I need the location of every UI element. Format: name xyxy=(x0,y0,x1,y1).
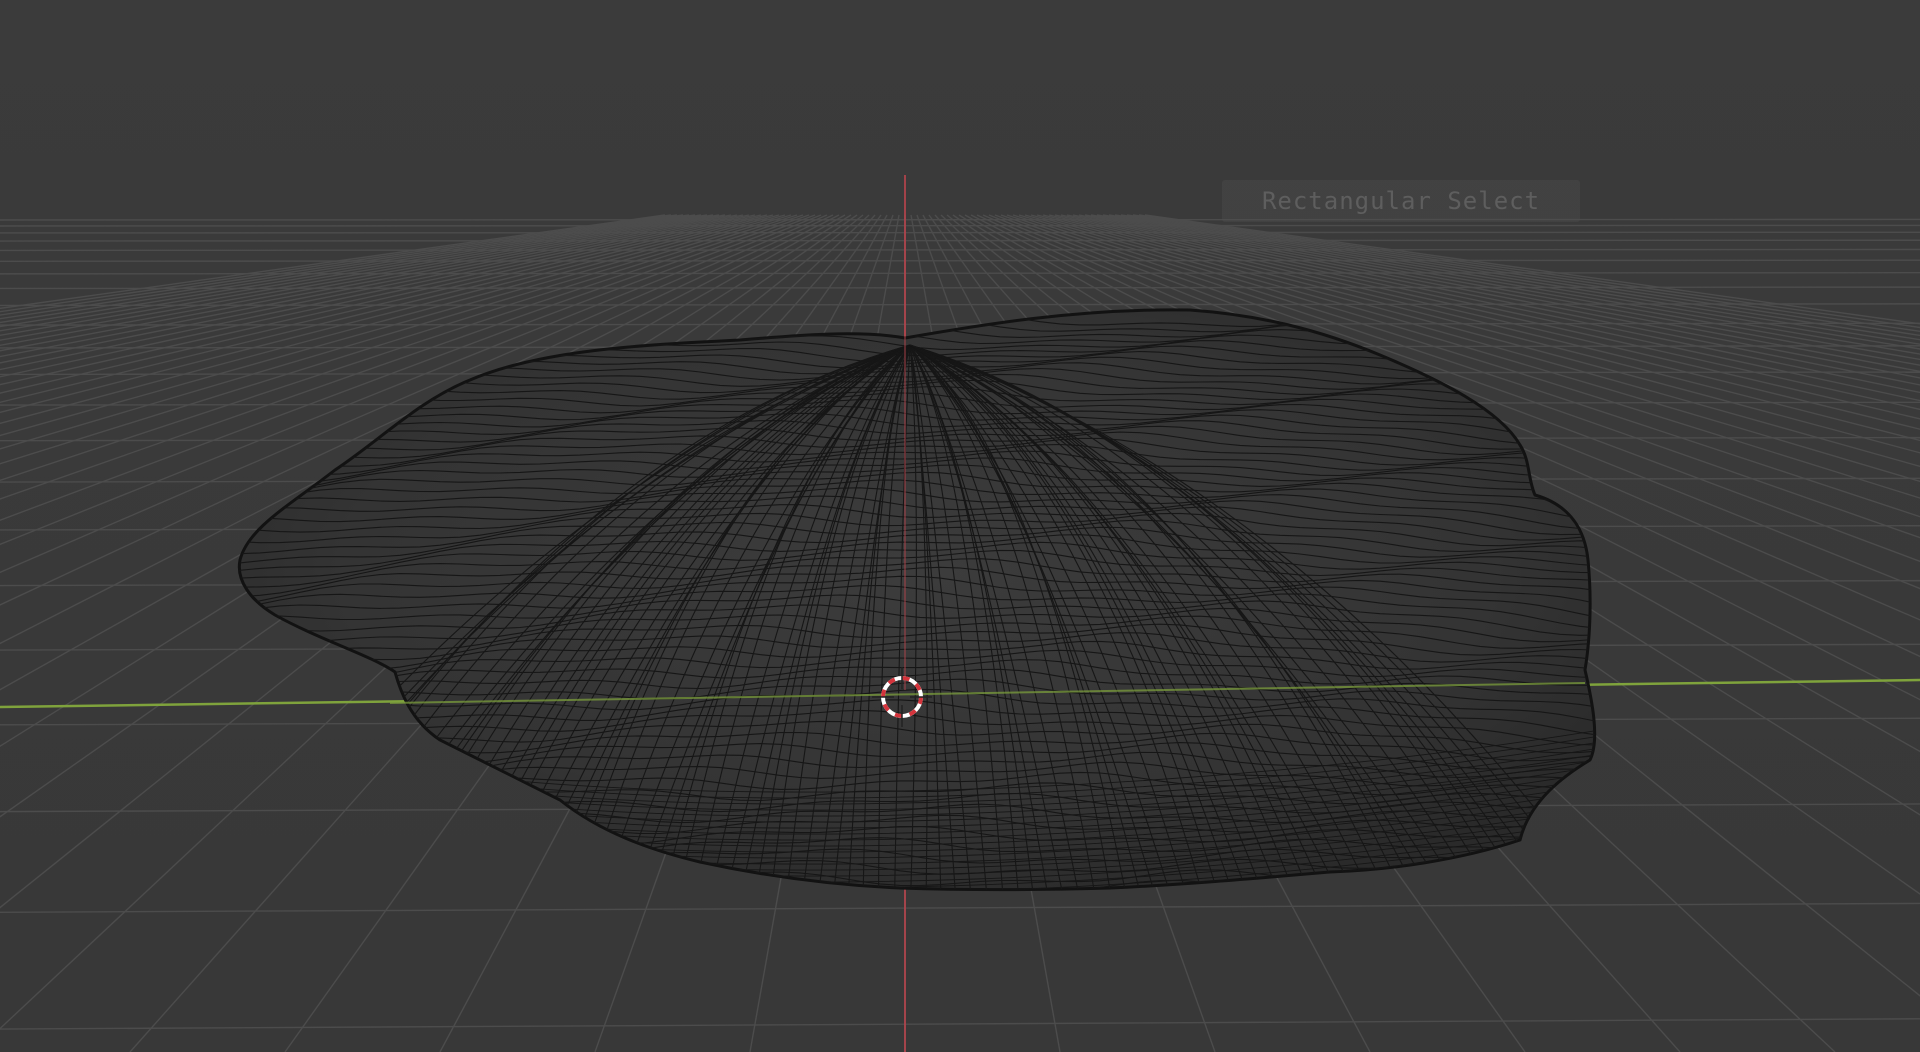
grid-line xyxy=(0,231,1920,234)
3d-viewport[interactable]: Rectangular Select xyxy=(0,0,1920,1052)
grid-line xyxy=(0,218,1920,221)
grid-line xyxy=(0,322,1920,326)
grid-line xyxy=(0,248,1920,252)
mesh-object[interactable] xyxy=(200,308,1620,920)
tool-tooltip: Rectangular Select xyxy=(1222,180,1580,222)
grid-line xyxy=(0,224,1920,227)
grid-line xyxy=(0,902,1920,913)
grid-line xyxy=(0,1018,1920,1030)
viewport-scene[interactable] xyxy=(0,0,1920,1052)
grid-line xyxy=(0,239,1920,242)
grid-line xyxy=(0,259,1920,262)
